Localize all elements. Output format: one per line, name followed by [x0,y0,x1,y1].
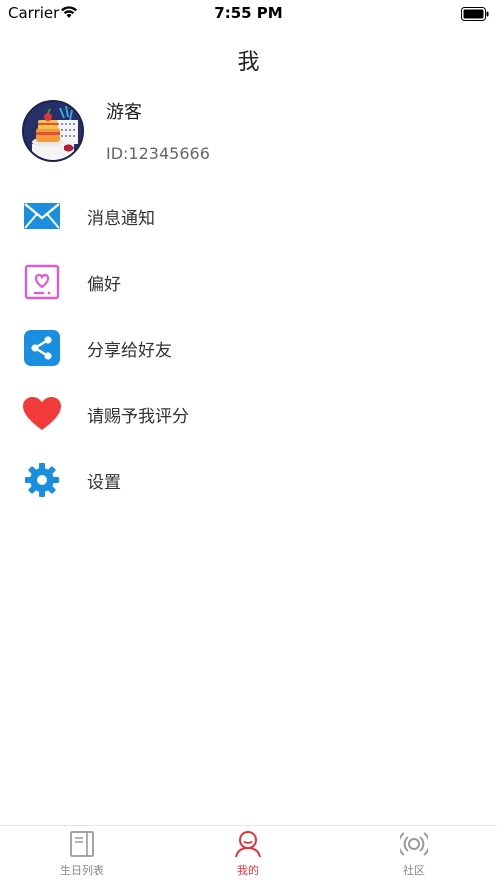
user-id: ID:12345666 [106,144,210,163]
tab-community[interactable]: 社区 [334,830,494,883]
profile-header[interactable]: 游客 ID:12345666 [22,98,482,166]
battery-icon [461,6,489,25]
menu-item-label: 消息通知 [87,209,155,229]
menu-item-preferences[interactable]: 偏好 [0,249,497,315]
page-title: 我 [237,50,260,75]
share-icon [23,330,61,366]
broadcast-icon [397,830,431,858]
status-bar: Carrier 7:55 PM [0,0,497,26]
tab-label: 社区 [403,864,425,877]
menu-item-label: 请赐予我评分 [87,407,189,427]
tab-mine[interactable]: 我的 [168,830,328,883]
gear-icon [23,462,61,498]
heart-card-icon [23,264,61,300]
menu-item-settings[interactable]: 设置 [0,447,497,513]
heart-icon [23,396,61,432]
username: 游客 [106,102,142,123]
menu-item-notifications[interactable]: 消息通知 [0,183,497,249]
menu-item-label: 偏好 [87,275,121,295]
tab-birthday-list[interactable]: 生日列表 [2,830,162,883]
menu-list: 消息通知 偏好 分享给好友 请赐予我评分 设置 [0,183,497,513]
tab-bar: 生日列表 我的 社区 [0,825,497,883]
tab-label: 我的 [237,864,259,877]
avatar[interactable] [22,100,84,162]
book-icon [68,830,96,858]
status-time: 7:55 PM [214,4,283,22]
menu-item-label: 分享给好友 [87,341,172,361]
person-icon [234,830,262,858]
envelope-icon [23,198,61,234]
tab-label: 生日列表 [60,864,104,877]
menu-item-label: 设置 [87,473,121,493]
menu-item-share[interactable]: 分享给好友 [0,315,497,381]
menu-item-rate[interactable]: 请赐予我评分 [0,381,497,447]
